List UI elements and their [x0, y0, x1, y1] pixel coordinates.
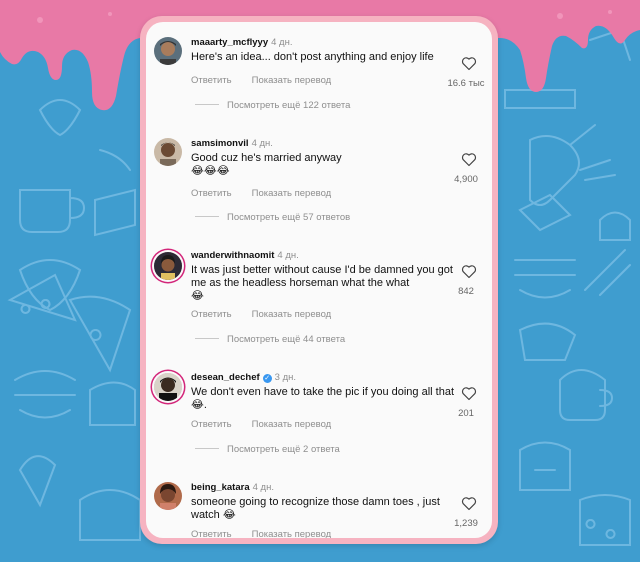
comment-actions: Ответить Показать перевод [191, 419, 351, 430]
comment-actions: Ответить Показать перевод [191, 529, 351, 538]
like-count: 201 [458, 408, 474, 419]
translate-button[interactable]: Показать перевод [252, 75, 332, 86]
replies-divider [195, 448, 219, 449]
heart-icon[interactable] [461, 386, 477, 401]
heart-icon[interactable] [461, 496, 477, 511]
comment-text: We don't even have to take the pic if yo… [191, 386, 459, 412]
timestamp: 4 дн. [252, 482, 274, 493]
view-replies-button[interactable]: Посмотреть ещё 44 ответа [195, 334, 345, 345]
like-count: 16.6 тыс [447, 78, 485, 89]
translate-button[interactable]: Показать перевод [252, 419, 332, 430]
comment-text-main: Here's an idea... don't post anything an… [191, 51, 434, 63]
timestamp: 3 дн. [274, 372, 297, 383]
avatar[interactable] [154, 138, 182, 166]
comment-actions: Ответить Показать перевод [191, 309, 351, 320]
comment-emoji: 😂. [191, 399, 207, 411]
comment-actions: Ответить Показать перевод [191, 188, 351, 199]
timestamp: 4 дн. [277, 250, 299, 261]
timestamp: 4 дн. [251, 138, 273, 149]
heart-icon[interactable] [461, 152, 477, 167]
comments-panel: maaarty_mcflyyy 4 дн. Here's an idea... d… [146, 22, 492, 538]
like-count: 842 [458, 286, 474, 297]
heart-icon[interactable] [461, 56, 477, 71]
replies-divider [195, 104, 219, 105]
comment-text: It was just better without cause I'd be … [191, 264, 459, 303]
username[interactable]: being_katara [191, 482, 250, 493]
comment-meta: desean_dechef ✓ 3 дн. [191, 372, 296, 383]
username[interactable]: samsimonvil [191, 138, 249, 149]
username[interactable]: desean_dechef [191, 372, 260, 383]
view-replies-button[interactable]: Посмотреть ещё 57 ответов [195, 212, 350, 223]
verified-badge-icon: ✓ [262, 374, 272, 383]
view-replies-label: Посмотреть ещё 2 ответа [227, 444, 340, 455]
avatar[interactable] [154, 37, 182, 65]
view-replies-label: Посмотреть ещё 122 ответа [227, 100, 351, 111]
comment-emoji: 😂😂😂 [191, 165, 230, 177]
comment-text: someone going to recognize those damn to… [191, 496, 459, 522]
phone-frame: maaarty_mcflyyy 4 дн. Here's an idea... d… [140, 16, 498, 544]
replies-divider [195, 216, 219, 217]
comment-text: Good cuz he's married anyway 😂😂😂 [191, 152, 459, 178]
heart-icon[interactable] [461, 264, 477, 279]
comment-meta: maaarty_mcflyyy 4 дн. [191, 37, 292, 48]
comment-meta: wanderwithnaomit 4 дн. [191, 250, 299, 261]
replies-divider [195, 338, 219, 339]
reply-button[interactable]: Ответить [191, 419, 232, 430]
avatar[interactable] [154, 482, 182, 510]
comment-actions: Ответить Показать перевод [191, 75, 351, 86]
view-replies-button[interactable]: Посмотреть ещё 2 ответа [195, 444, 340, 455]
comment-text-main: It was just better without cause I'd be … [191, 264, 453, 289]
avatar-with-story[interactable] [154, 373, 182, 401]
reply-button[interactable]: Ответить [191, 75, 232, 86]
reply-button[interactable]: Ответить [191, 188, 232, 199]
reply-button[interactable]: Ответить [191, 529, 232, 538]
translate-button[interactable]: Показать перевод [252, 309, 332, 320]
view-replies-label: Посмотреть ещё 44 ответа [227, 334, 346, 345]
avatar-with-story[interactable] [154, 252, 182, 280]
translate-button[interactable]: Показать перевод [252, 188, 332, 199]
comment-text: Here's an idea... don't post anything an… [191, 51, 459, 64]
comment-emoji: 😂 [222, 509, 236, 521]
comment-text-main: Good cuz he's married anyway [191, 152, 342, 164]
username[interactable]: wanderwithnaomit [191, 250, 274, 261]
view-replies-label: Посмотреть ещё 57 ответов [227, 212, 351, 223]
like-count: 1,239 [454, 518, 478, 529]
timestamp: 4 дн. [271, 37, 293, 48]
username[interactable]: maaarty_mcflyyy [191, 37, 268, 48]
reply-button[interactable]: Ответить [191, 309, 232, 320]
comment-meta: being_katara 4 дн. [191, 482, 274, 493]
comment-emoji: 😂 [191, 290, 204, 302]
comment-meta: samsimonvil 4 дн. [191, 138, 273, 149]
comment-text-main: We don't even have to take the pic if yo… [191, 386, 455, 398]
view-replies-button[interactable]: Посмотреть ещё 122 ответа [195, 100, 350, 111]
like-count: 4,900 [454, 174, 478, 185]
translate-button[interactable]: Показать перевод [252, 529, 332, 538]
